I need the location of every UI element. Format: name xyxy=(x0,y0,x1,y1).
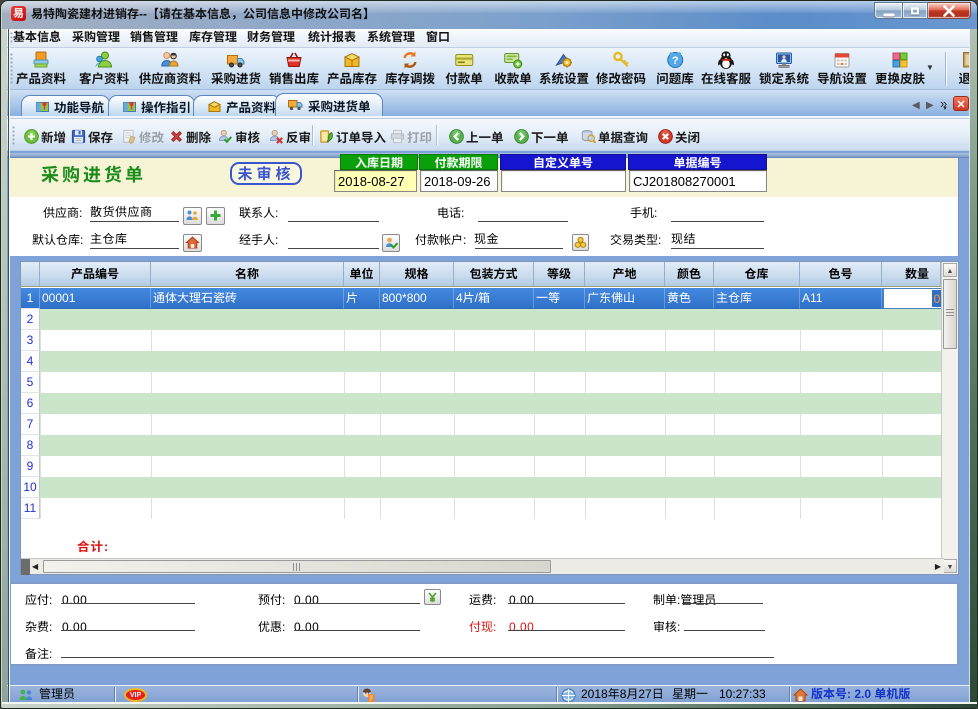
svg-text:?: ? xyxy=(672,55,679,67)
